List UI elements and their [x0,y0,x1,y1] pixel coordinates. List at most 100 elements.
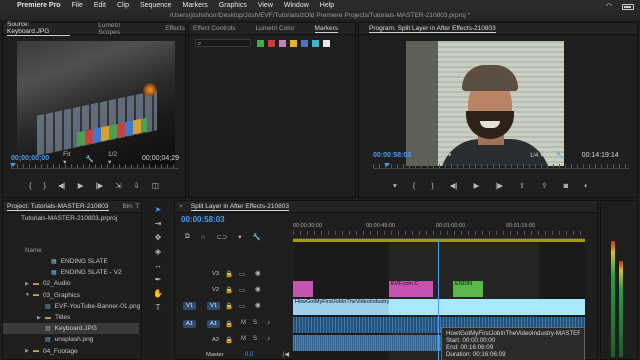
menu-window[interactable]: Window [284,2,309,9]
swatch-green[interactable] [257,40,264,47]
tab-sequence[interactable]: Split Layer in After Effects-210803 [190,203,289,211]
timeline-playhead[interactable] [438,239,439,360]
prog-step-back-icon[interactable]: ◀| [450,181,458,190]
swatch-white[interactable] [323,40,330,47]
swatch-orange[interactable] [290,40,297,47]
program-timecode[interactable]: 00:00:58:03 [373,152,411,159]
project-item-footage-folder[interactable]: ▶ ▬ 04_Footage [3,346,139,357]
track-label-v3[interactable]: V3 [209,270,222,278]
master-level[interactable]: 0.0 [245,352,253,358]
eye-icon[interactable]: ◉ [255,301,261,309]
add-marker-icon[interactable]: ▾ [238,233,241,241]
clip-v1-selected[interactable] [389,299,585,315]
program-ruler[interactable] [373,164,629,169]
project-item-unsplash[interactable]: ▤ unsplash.png [3,334,139,345]
mute-button[interactable]: M [241,320,246,326]
program-playhead[interactable] [384,163,390,167]
camera-icon[interactable]: ◙ [564,181,569,190]
timeline-ruler[interactable]: 00:00:30:00 00:00:45:00 00:01:00:00 00:0… [293,223,585,239]
source-timecode[interactable]: 00;00;00;00 [11,155,49,162]
clip-v2-ending[interactable]: ENDIN [453,281,483,297]
hand-tool-icon[interactable]: ✋ [153,289,163,298]
project-item-graphics-folder[interactable]: ▼ ▬ 03_Graphics [3,290,139,301]
prog-step-forward-icon[interactable]: |▶ [495,181,503,190]
ripple-edit-tool-icon[interactable]: ✥ [155,233,162,242]
sync-lock-icon[interactable]: ▭ [239,302,245,310]
close-icon[interactable]: × [179,203,183,210]
menu-clip[interactable]: Clip [117,2,129,9]
name-column-header[interactable]: Name [25,247,42,254]
menu-markers[interactable]: Markers [183,2,208,9]
insert-icon[interactable]: ⇲ [115,181,121,190]
program-settings-icon[interactable]: 🔧 [556,151,564,159]
marker-icon[interactable]: ▾ [393,181,397,190]
project-item-audio-folder[interactable]: ▶ ▬ 02_Audio [3,278,139,289]
swatch-cyan[interactable] [312,40,319,47]
swatch-red[interactable] [268,40,275,47]
tab-effects[interactable]: Effects [165,25,185,32]
lock-icon[interactable]: 🔒 [225,302,233,310]
razor-tool-icon[interactable]: ◈ [155,247,161,256]
type-tool-icon[interactable]: T [156,303,161,312]
prog-mark-in-icon[interactable]: { [413,181,416,190]
linked-selection-icon[interactable]: ⊂⊃ [216,233,227,241]
menu-help[interactable]: Help [320,2,334,9]
battery-icon[interactable] [622,3,634,10]
project-item-ending-slate[interactable]: ▦ ENDING SLATE [3,256,139,267]
lift-icon[interactable]: ⇧ [519,181,525,190]
microphone-icon[interactable]: ♪ [267,319,270,326]
overwrite-icon[interactable]: ⇩ [134,181,140,190]
menu-file[interactable]: File [72,2,83,9]
prog-mark-out-icon[interactable]: } [431,181,434,190]
go-to-in-icon[interactable]: |◀ [283,351,289,358]
sync-lock-icon[interactable]: ▭ [239,270,245,278]
lock-icon[interactable]: 🔒 [225,320,233,328]
solo-button[interactable]: S [253,336,257,342]
project-item-ending-slate-v2[interactable]: ▦ ENDING SLATE - V2 [3,267,139,278]
swatch-purple[interactable] [279,40,286,47]
tab-markers[interactable]: Markers [314,25,339,33]
wifi-icon[interactable]: ◠ [606,2,612,10]
pen-tool-icon[interactable]: ✒ [155,275,162,284]
microphone-icon[interactable]: ♪ [267,335,270,342]
tab-effect-controls[interactable]: Effect Controls [193,25,236,32]
source-playhead[interactable] [10,163,16,167]
lock-icon[interactable]: 🔒 [225,286,233,294]
tab-source[interactable]: Source: Keyboard.JPG [7,21,71,36]
tab-program[interactable]: Program: Split Layer in After Effects-21… [369,25,496,33]
vr-icon[interactable]: ◐ [584,181,589,190]
slip-tool-icon[interactable]: ↔ [154,261,162,270]
sync-lock-icon[interactable]: ▭ [239,286,245,294]
clip-v2-magenta[interactable] [293,281,313,297]
track-select-tool-icon[interactable]: ⇥ [155,219,162,228]
project-item-keyboard[interactable]: ▤ Keyboard.JPG [3,323,139,335]
solo-button[interactable]: S [253,320,257,326]
nest-icon[interactable]: ⧉ [185,233,190,241]
source-ruler[interactable] [11,164,179,169]
lock-icon[interactable]: 🔒 [225,270,233,278]
export-frame-icon[interactable]: ◫ [152,181,159,190]
eye-icon[interactable]: ◉ [255,285,261,293]
tab-bin[interactable]: Bin: T [123,203,140,210]
program-video-frame[interactable] [406,41,564,166]
track-label-a1[interactable]: A1 [207,320,221,328]
tab-lumetri-color[interactable]: Lumetri Color [256,25,295,32]
track-label-v1[interactable]: V1 [207,302,221,310]
timeline-timecode[interactable]: 00:00:58:03 [181,215,225,224]
menu-graphics[interactable]: Graphics [219,2,247,9]
snap-icon[interactable]: ∩ [201,234,206,241]
mark-in-icon[interactable]: { [29,181,32,190]
track-label-a2[interactable]: A2 [209,336,222,344]
selection-tool-icon[interactable]: ➤ [155,205,162,214]
markers-search-input[interactable]: ⌕ [195,39,251,47]
extract-icon[interactable]: ⇪ [541,181,547,190]
program-ratio-select[interactable]: 1/4 ▾ [529,151,543,159]
mark-out-icon[interactable]: } [44,181,47,190]
swatch-blue[interactable] [301,40,308,47]
step-back-icon[interactable]: ◀| [58,181,66,190]
chevron-right-icon[interactable]: ▶ [37,315,45,321]
play-icon[interactable]: ▶ [78,181,84,190]
tab-project[interactable]: Project: Tutorials-MASTER-210803 [7,203,109,211]
project-item-titles-folder[interactable]: ▶ ▬ Titles [3,312,139,323]
work-area-bar[interactable] [293,239,585,242]
